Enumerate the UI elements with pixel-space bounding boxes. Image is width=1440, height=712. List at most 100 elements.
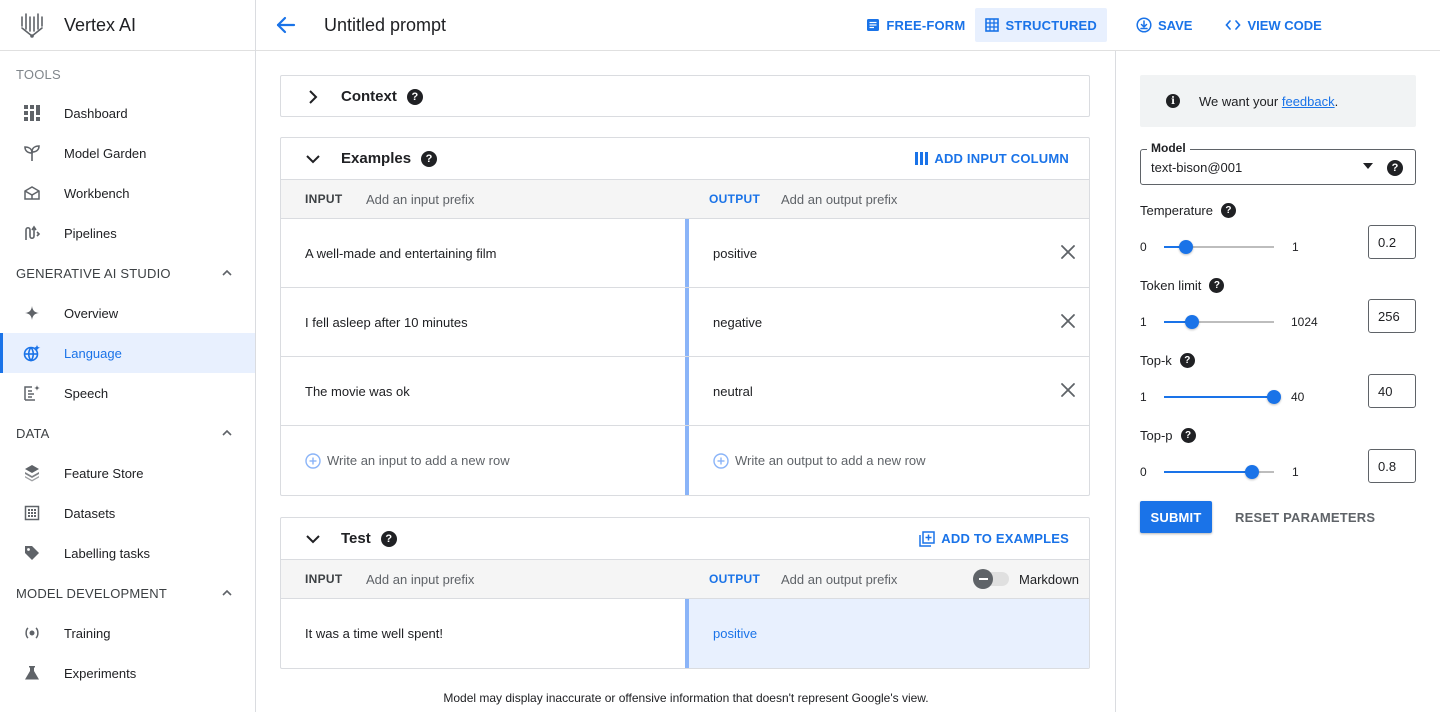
chevron-down-icon[interactable] bbox=[305, 151, 321, 167]
datasets-icon bbox=[22, 503, 42, 523]
help-icon[interactable]: ? bbox=[1209, 278, 1225, 293]
model-select[interactable]: Model text-bison@001 ? bbox=[1140, 141, 1416, 185]
sidebar-item-labelling-tasks[interactable]: Labelling tasks bbox=[0, 533, 255, 573]
temperature-input[interactable]: 0.2 bbox=[1368, 225, 1416, 259]
prompt-actions: SAVE VIEW CODE bbox=[1116, 0, 1440, 51]
code-icon bbox=[1225, 20, 1242, 30]
token-limit-slider[interactable] bbox=[1164, 315, 1274, 329]
sidebar-item-feature-store[interactable]: Feature Store bbox=[0, 453, 255, 493]
example-input-field[interactable]: The movie was ok bbox=[281, 357, 685, 425]
help-icon[interactable]: ? bbox=[1179, 353, 1195, 368]
example-input-field[interactable]: I fell asleep after 10 minutes bbox=[281, 288, 685, 356]
sidebar-section-label: GENERATIVE AI STUDIO bbox=[16, 265, 171, 281]
sidebar-section-label: DATA bbox=[16, 425, 50, 441]
sidebar-item-dashboard[interactable]: Dashboard bbox=[0, 93, 255, 133]
sidebar-item-label: Speech bbox=[64, 385, 109, 401]
help-icon[interactable]: ? bbox=[1180, 428, 1196, 443]
top-k-input[interactable]: 40 bbox=[1368, 374, 1416, 408]
help-icon[interactable]: ? bbox=[406, 88, 423, 105]
free-form-button[interactable]: FREE-FORM bbox=[856, 8, 975, 42]
markdown-toggle[interactable]: Markdown bbox=[973, 569, 1079, 589]
slider-thumb[interactable] bbox=[1245, 465, 1259, 479]
temperature-slider[interactable] bbox=[1164, 240, 1274, 254]
reset-parameters-button[interactable]: RESET PARAMETERS bbox=[1235, 501, 1375, 533]
example-input-field[interactable]: A well-made and entertaining film bbox=[281, 219, 685, 287]
chevron-up-icon[interactable] bbox=[221, 587, 233, 599]
sidebar-section-tools: TOOLS bbox=[0, 51, 255, 93]
chevron-right-icon[interactable] bbox=[305, 89, 321, 105]
add-to-examples-button[interactable]: ADD TO EXAMPLES bbox=[919, 530, 1069, 547]
close-icon[interactable] bbox=[1059, 243, 1077, 261]
chevron-down-icon[interactable] bbox=[305, 531, 321, 547]
feedback-text: We want your feedback. bbox=[1199, 94, 1338, 109]
example-output-field[interactable]: positive bbox=[689, 219, 1089, 287]
top-p-input[interactable]: 0.8 bbox=[1368, 449, 1416, 483]
add-input-column-button[interactable]: ADD INPUT COLUMN bbox=[915, 151, 1069, 166]
add-circle-icon bbox=[713, 452, 729, 469]
markdown-switch[interactable] bbox=[973, 569, 1010, 589]
sidebar-item-workbench[interactable]: Workbench bbox=[0, 173, 255, 213]
structured-button[interactable]: STRUCTURED bbox=[975, 8, 1107, 42]
close-icon[interactable] bbox=[1059, 312, 1077, 330]
test-title: Test bbox=[341, 530, 371, 547]
example-row: I fell asleep after 10 minutes negative bbox=[281, 288, 1089, 357]
sidebar-item-label: Language bbox=[64, 345, 122, 361]
output-prefix-field[interactable]: Add an output prefix bbox=[781, 192, 897, 207]
switch-knob bbox=[973, 569, 994, 589]
context-header[interactable]: Context ? bbox=[281, 76, 1089, 117]
sidebar-item-pipelines[interactable]: Pipelines bbox=[0, 213, 255, 253]
table-icon bbox=[985, 18, 1000, 32]
sidebar-item-label: Feature Store bbox=[64, 465, 144, 481]
top-k-slider[interactable] bbox=[1164, 390, 1281, 404]
back-arrow-icon[interactable] bbox=[274, 13, 298, 37]
sidebar-section-data[interactable]: DATA bbox=[0, 413, 255, 453]
param-label-text: Top-k bbox=[1140, 353, 1172, 368]
example-output-field[interactable]: negative bbox=[689, 288, 1089, 356]
sidebar-item-label: Model Garden bbox=[64, 145, 147, 161]
param-label-text: Token limit bbox=[1140, 278, 1202, 293]
param-label-text: Top-p bbox=[1140, 428, 1173, 443]
input-column-label: INPUT bbox=[305, 192, 343, 206]
feedback-link[interactable]: feedback bbox=[1282, 94, 1335, 109]
page-title[interactable]: Untitled prompt bbox=[324, 15, 856, 36]
sidebar-item-training[interactable]: Training bbox=[0, 613, 255, 653]
brand[interactable]: Vertex AI bbox=[0, 0, 255, 51]
help-icon[interactable]: ? bbox=[380, 530, 397, 547]
chevron-up-icon[interactable] bbox=[221, 427, 233, 439]
sidebar-item-speech[interactable]: Speech bbox=[0, 373, 255, 413]
sidebar-item-model-garden[interactable]: Model Garden bbox=[0, 133, 255, 173]
app-name: Vertex AI bbox=[64, 14, 137, 35]
sidebar-section-generative-ai-studio[interactable]: GENERATIVE AI STUDIO bbox=[0, 253, 255, 293]
new-input-field[interactable]: Write an input to add a new row bbox=[281, 426, 685, 495]
token-limit-input[interactable]: 256 bbox=[1368, 299, 1416, 333]
help-icon[interactable]: ? bbox=[1387, 160, 1403, 176]
help-icon[interactable]: ? bbox=[1220, 203, 1236, 218]
close-icon[interactable] bbox=[1059, 381, 1077, 399]
help-icon[interactable]: ? bbox=[421, 150, 438, 167]
save-download-icon bbox=[1136, 17, 1152, 33]
sidebar-item-experiments[interactable]: Experiments bbox=[0, 653, 255, 693]
sidebar-item-datasets[interactable]: Datasets bbox=[0, 493, 255, 533]
example-output-field[interactable]: neutral bbox=[689, 357, 1089, 425]
sidebar-item-label: Dashboard bbox=[64, 105, 128, 121]
examples-header: Examples ? ADD INPUT COLUMN bbox=[281, 138, 1089, 179]
disclaimer-text: Model may display inaccurate or offensiv… bbox=[443, 691, 929, 705]
test-input-field[interactable]: It was a time well spent! bbox=[281, 599, 685, 668]
sidebar-item-overview[interactable]: Overview bbox=[0, 293, 255, 333]
slider-thumb[interactable] bbox=[1179, 240, 1193, 254]
dropdown-arrow-icon[interactable] bbox=[1363, 163, 1373, 169]
input-prefix-field[interactable]: Add an input prefix bbox=[366, 572, 474, 587]
example-output-text: positive bbox=[713, 245, 758, 261]
top-p-slider[interactable] bbox=[1164, 465, 1274, 479]
submit-button[interactable]: SUBMIT bbox=[1140, 501, 1212, 533]
chevron-up-icon[interactable] bbox=[221, 267, 233, 279]
slider-thumb[interactable] bbox=[1267, 390, 1281, 404]
view-code-button[interactable]: VIEW CODE bbox=[1225, 18, 1322, 33]
slider-thumb[interactable] bbox=[1185, 315, 1199, 329]
new-output-field[interactable]: Write an output to add a new row bbox=[689, 426, 1089, 495]
save-button[interactable]: SAVE bbox=[1136, 17, 1192, 33]
input-prefix-field[interactable]: Add an input prefix bbox=[366, 192, 474, 207]
output-prefix-field[interactable]: Add an output prefix bbox=[781, 572, 897, 587]
sidebar-item-language[interactable]: Language bbox=[0, 333, 255, 373]
sidebar-section-model-development[interactable]: MODEL DEVELOPMENT bbox=[0, 573, 255, 613]
